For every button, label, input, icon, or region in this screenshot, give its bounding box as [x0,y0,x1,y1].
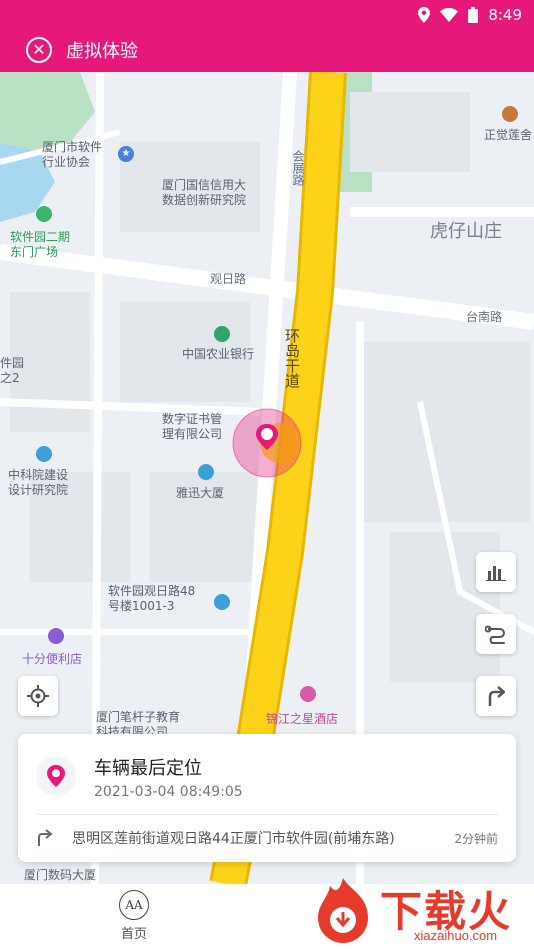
status-bar: 8:49 [418,5,522,25]
building-poi-icon [36,446,52,462]
building-poi-icon [198,464,214,480]
temple-poi-icon [502,106,518,122]
flame-logo-icon [318,878,368,943]
hotel-poi-icon [300,686,316,702]
route-button[interactable] [476,614,516,654]
divider [36,814,498,815]
navigate-button[interactable] [476,676,516,716]
nav-home-label: 首页 [120,927,147,942]
stats-button[interactable] [476,552,516,592]
home-logo-icon: AA [119,890,149,920]
vehicle-pin-icon [36,756,76,796]
app-header: 8:49 ✕ 虚拟体验 [0,0,534,72]
poi-label: 厦门市软件 行业协会 [42,140,103,169]
poi-label: 软件园二期 东门广场 [10,230,71,259]
road-label: 观日路 [210,272,247,286]
road-label: 台南路 [466,310,503,324]
shop-poi-icon [48,628,64,644]
wifi-icon [440,8,459,22]
watermark: 下载火 xiazaihuo.com [310,876,528,946]
road-label: 环岛干道 [283,328,301,388]
poi-label: 中科院建设 设计研究院 [8,468,69,497]
my-location-button[interactable] [18,676,58,716]
card-title: 车辆最后定位 [94,758,202,779]
area-label: 虎仔山庄 [430,221,502,242]
poi-label: 件园 之2 [0,356,25,385]
location-icon [418,7,431,23]
card-timestamp: 2021-03-04 08:49:05 [94,784,243,800]
watermark-url: xiazaihuo.com [414,928,498,943]
poi-label: 锦江之星酒店 [266,712,339,726]
card-relative-time: 2分钟前 [454,832,498,846]
tree-poi-icon [36,206,52,222]
vehicle-location-pin[interactable] [232,408,302,478]
route-icon [485,625,505,644]
poi-label: 正觉莲舍 [484,128,533,142]
poi-label: 十分便利店 [22,652,83,666]
battery-icon [468,7,479,23]
locate-icon [27,685,49,707]
title-bar: ✕ 虚拟体验 [0,30,534,70]
poi-label: 雅迅大厦 [176,486,225,500]
building-poi-icon [214,594,230,610]
vehicle-info-card[interactable]: 车辆最后定位 2021-03-04 08:49:05 思明区莲前街道观日路44正… [18,734,516,862]
turn-right-icon [38,829,53,846]
poi-label: 数字证书管 理有限公司 [162,412,223,441]
clock: 8:49 [488,6,522,24]
poi-label: 厦门国信信用大 数据创新研究院 [162,178,247,207]
close-icon: ✕ [32,40,46,59]
bank-poi-icon [214,326,230,342]
poi-label: 软件园观日路48 号楼1001-3 [108,584,196,613]
bar-chart-icon [486,566,506,581]
close-button[interactable]: ✕ [26,37,52,63]
road-label: 会展路 [291,150,305,186]
poi-label: 中国农业银行 [182,347,255,361]
poi-label: 厦门数码大厦 [24,868,97,882]
page-title: 虚拟体验 [66,41,138,62]
star-poi-icon: ★ [118,146,134,162]
nav-home[interactable]: AA 首页 [104,890,164,946]
card-address: 思明区莲前街道观日路44正厦门市软件园(前埔东路) [72,831,395,847]
turn-right-icon [488,686,505,706]
